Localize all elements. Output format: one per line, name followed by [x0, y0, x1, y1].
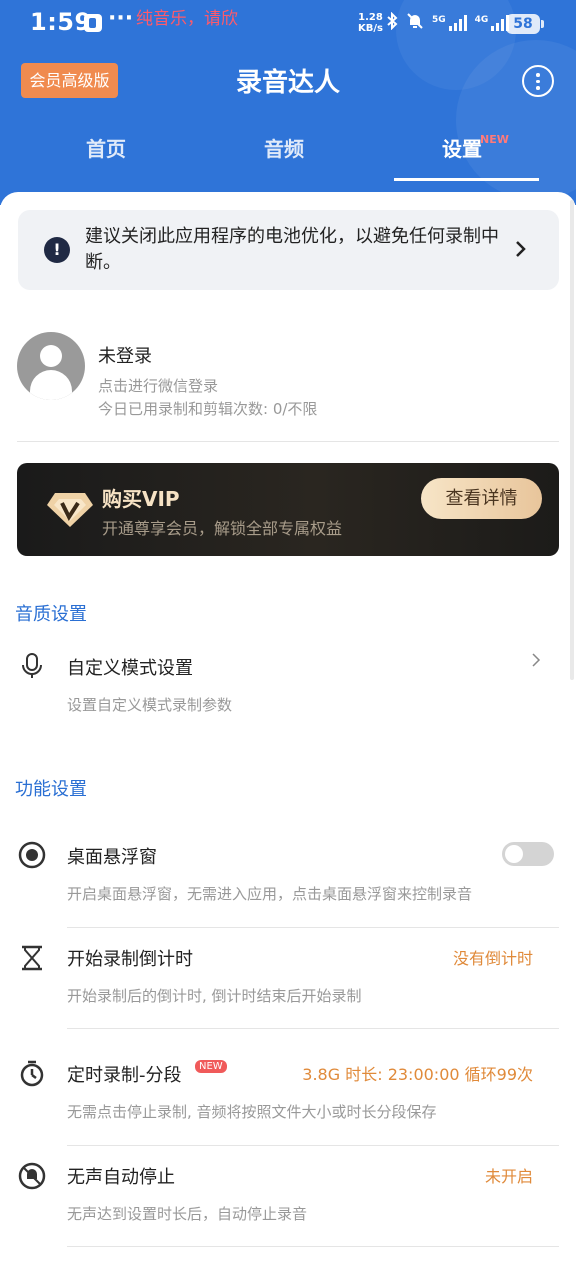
- signal-4g-icon: 4G: [475, 15, 510, 31]
- usage-count: 今日已用录制和剪辑次数: 0/不限: [98, 400, 318, 418]
- countdown-value[interactable]: 没有倒计时: [453, 945, 533, 969]
- scrollbar[interactable]: [570, 200, 574, 680]
- section-title-features: 功能设置: [15, 779, 87, 800]
- wechat-login-hint[interactable]: 点击进行微信登录: [98, 375, 218, 396]
- countdown-desc: 开始录制后的倒计时, 倒计时结束后开始录制: [67, 987, 362, 1005]
- network-speed-value: 1.28: [358, 12, 383, 23]
- buy-vip-card[interactable]: 购买VIP 开通尊享会员，解锁全部专属权益 查看详情: [17, 463, 559, 556]
- hourglass-icon: [22, 945, 42, 971]
- notification-app-icon: [84, 14, 102, 32]
- countdown-setting[interactable]: 开始录制倒计时: [67, 945, 193, 971]
- active-tab-indicator: [394, 178, 539, 181]
- silence-stop-value[interactable]: 未开启: [485, 1163, 533, 1187]
- tab-settings[interactable]: 设置: [442, 133, 482, 162]
- divider: [67, 1028, 559, 1029]
- section-title-quality: 音质设置: [15, 604, 87, 625]
- chevron-right-icon: [516, 241, 526, 257]
- microphone-icon: [22, 653, 42, 678]
- network-speed: 1.28 KB/s: [358, 12, 383, 34]
- floating-window-desc: 开启桌面悬浮窗，无需进入应用，点击桌面悬浮窗来控制录音: [67, 885, 473, 903]
- app-title: 录音达人: [235, 68, 340, 98]
- avatar[interactable]: [17, 332, 85, 400]
- battery-tip-text: 建议关闭此应用程序的电池优化，以避免任何录制中断。: [85, 226, 499, 273]
- mute-circle-icon: [18, 1162, 46, 1190]
- target-circle-icon: [18, 841, 46, 869]
- divider: [67, 1145, 559, 1146]
- view-details-button[interactable]: 查看详情: [421, 478, 542, 519]
- more-options-icon[interactable]: [522, 65, 554, 97]
- timed-split-new-badge: NEW: [195, 1060, 227, 1073]
- vip-diamond-icon: [47, 493, 93, 527]
- divider: [17, 441, 559, 442]
- vip-card-title: 购买VIP: [102, 487, 180, 511]
- exclamation-icon: !: [44, 237, 70, 263]
- status-icons: 5G 4G: [386, 11, 510, 34]
- chevron-right-icon: [532, 653, 541, 667]
- bluetooth-icon: [386, 11, 398, 34]
- status-time: 1:59: [30, 8, 92, 36]
- tab-new-badge: NEW: [480, 133, 509, 146]
- silence-stop-setting[interactable]: 无声自动停止: [67, 1163, 175, 1189]
- stopwatch-icon: [20, 1060, 44, 1087]
- divider: [67, 927, 559, 928]
- signal-5g-label: 5G: [432, 15, 446, 25]
- custom-mode-desc: 设置自定义模式录制参数: [67, 696, 233, 714]
- status-bar: 1:59 ··· 纯音乐，请欣 1.28 KB/s 5G 4G 58: [0, 0, 576, 48]
- mute-bell-icon: [406, 12, 424, 34]
- signal-5g-icon: 5G: [432, 15, 467, 31]
- battery-icon: 58: [506, 14, 544, 34]
- silence-stop-desc: 无声达到设置时长后，自动停止录音: [67, 1205, 308, 1223]
- tab-audio[interactable]: 音频: [264, 133, 304, 162]
- vip-card-subtitle: 开通尊享会员，解锁全部专属权益: [102, 519, 343, 538]
- tab-home[interactable]: 首页: [86, 133, 126, 162]
- divider: [67, 1246, 559, 1247]
- status-more-dots: ···: [108, 6, 134, 31]
- timed-split-value[interactable]: 3.8G 时长: 23:00:00 循环99次: [302, 1061, 533, 1085]
- custom-mode-setting[interactable]: 自定义模式设置: [67, 654, 193, 680]
- battery-optimization-tip[interactable]: ! 建议关闭此应用程序的电池优化，以避免任何录制中断。: [18, 210, 559, 290]
- timed-split-desc: 无需点击停止录制, 音频将按照文件大小或时长分段保存: [67, 1103, 437, 1121]
- floating-window-toggle[interactable]: [502, 842, 554, 866]
- network-speed-unit: KB/s: [358, 23, 383, 34]
- floating-window-setting[interactable]: 桌面悬浮窗: [67, 843, 157, 869]
- user-name[interactable]: 未登录: [98, 342, 152, 368]
- signal-4g-label: 4G: [474, 15, 489, 25]
- timed-split-setting[interactable]: 定时录制-分段: [67, 1061, 182, 1087]
- status-notification-text: 纯音乐，请欣: [136, 9, 238, 29]
